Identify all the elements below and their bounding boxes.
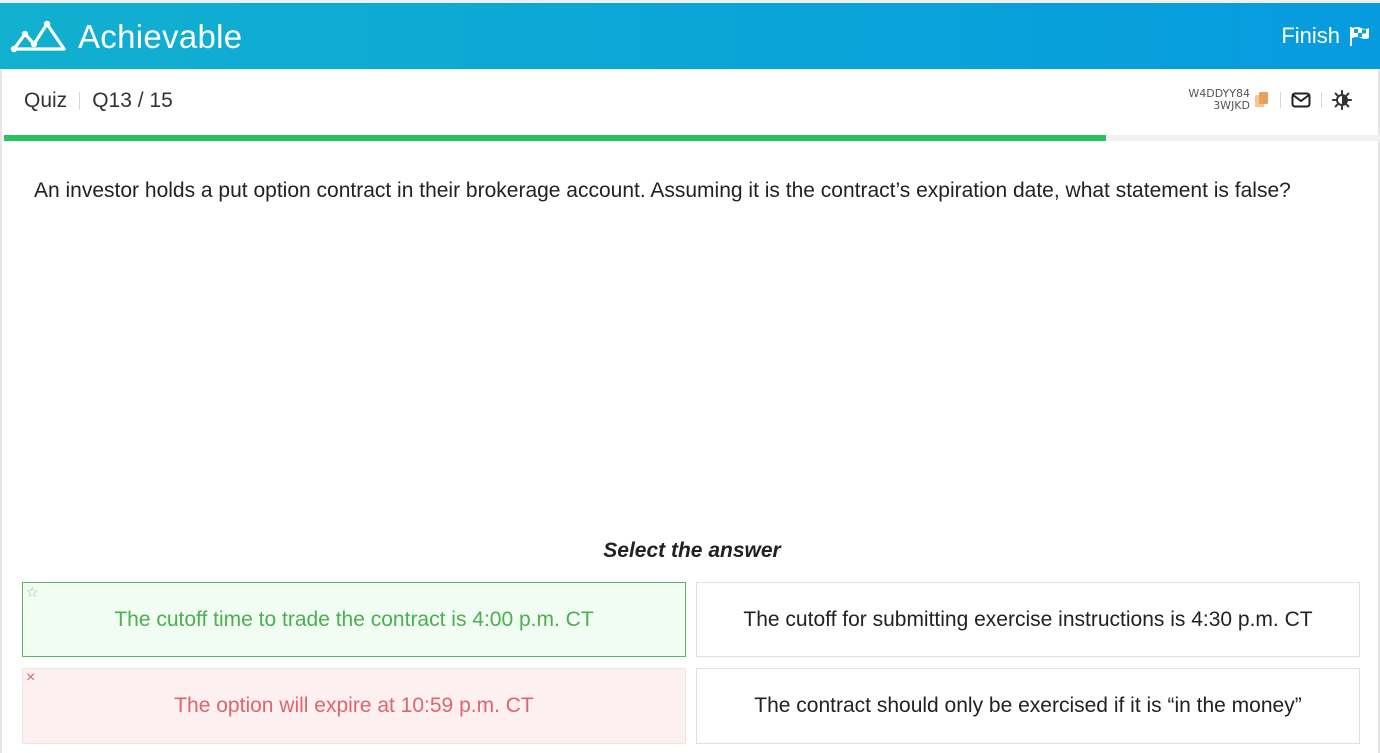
answer-option-c[interactable]: × The option will expire at 10:59 p.m. C… xyxy=(22,668,686,744)
star-icon: ☆ xyxy=(26,584,39,600)
answer-option-text: The cutoff time to trade the contract is… xyxy=(114,607,594,631)
answer-option-text: The option will expire at 10:59 p.m. CT xyxy=(174,694,534,717)
toolbar-divider xyxy=(1321,92,1322,108)
answer-option-text: The contract should only be exercised if… xyxy=(754,694,1302,717)
close-icon: × xyxy=(26,669,36,686)
quiz-subheader: Quiz Q13 / 15 W4DDYY84 3WJKD xyxy=(0,69,1380,135)
brand-name: Achievable xyxy=(78,18,243,55)
select-answer-prompt: Select the answer xyxy=(603,539,781,562)
breadcrumb-divider xyxy=(79,92,81,110)
copy-icon[interactable] xyxy=(1254,91,1270,109)
question-counter: Q13 / 15 xyxy=(92,89,173,112)
brand-logo[interactable]: Achievable xyxy=(10,17,242,57)
session-code: W4DDYY84 3WJKD xyxy=(1188,88,1250,112)
session-code-line-2: 3WJKD xyxy=(1213,99,1250,112)
answer-option-d[interactable]: The contract should only be exercised if… xyxy=(696,668,1360,744)
mountain-chart-icon xyxy=(10,20,66,53)
answer-option-text: The cutoff for submitting exercise instr… xyxy=(743,607,1313,631)
finish-button[interactable]: Finish xyxy=(1281,23,1370,49)
answer-option-b[interactable]: The cutoff for submitting exercise instr… xyxy=(696,582,1360,657)
theme-toggle-icon[interactable] xyxy=(1332,90,1352,110)
finish-label: Finish xyxy=(1281,23,1340,48)
mail-icon[interactable] xyxy=(1291,92,1311,108)
answer-option-a[interactable]: ☆ The cutoff time to trade the contract … xyxy=(22,582,686,657)
breadcrumb: Quiz Q13 / 15 xyxy=(24,89,173,113)
toolbar-divider xyxy=(1280,92,1281,108)
toolbar: W4DDYY84 3WJKD xyxy=(1188,88,1352,112)
checkered-flag-icon xyxy=(1350,27,1369,46)
section-label: Quiz xyxy=(24,89,68,112)
question-text: An investor holds a put option contract … xyxy=(34,179,1291,202)
top-navigation-bar: Achievable Finish xyxy=(0,0,1380,69)
question-panel: An investor holds a put option contract … xyxy=(0,141,1380,753)
